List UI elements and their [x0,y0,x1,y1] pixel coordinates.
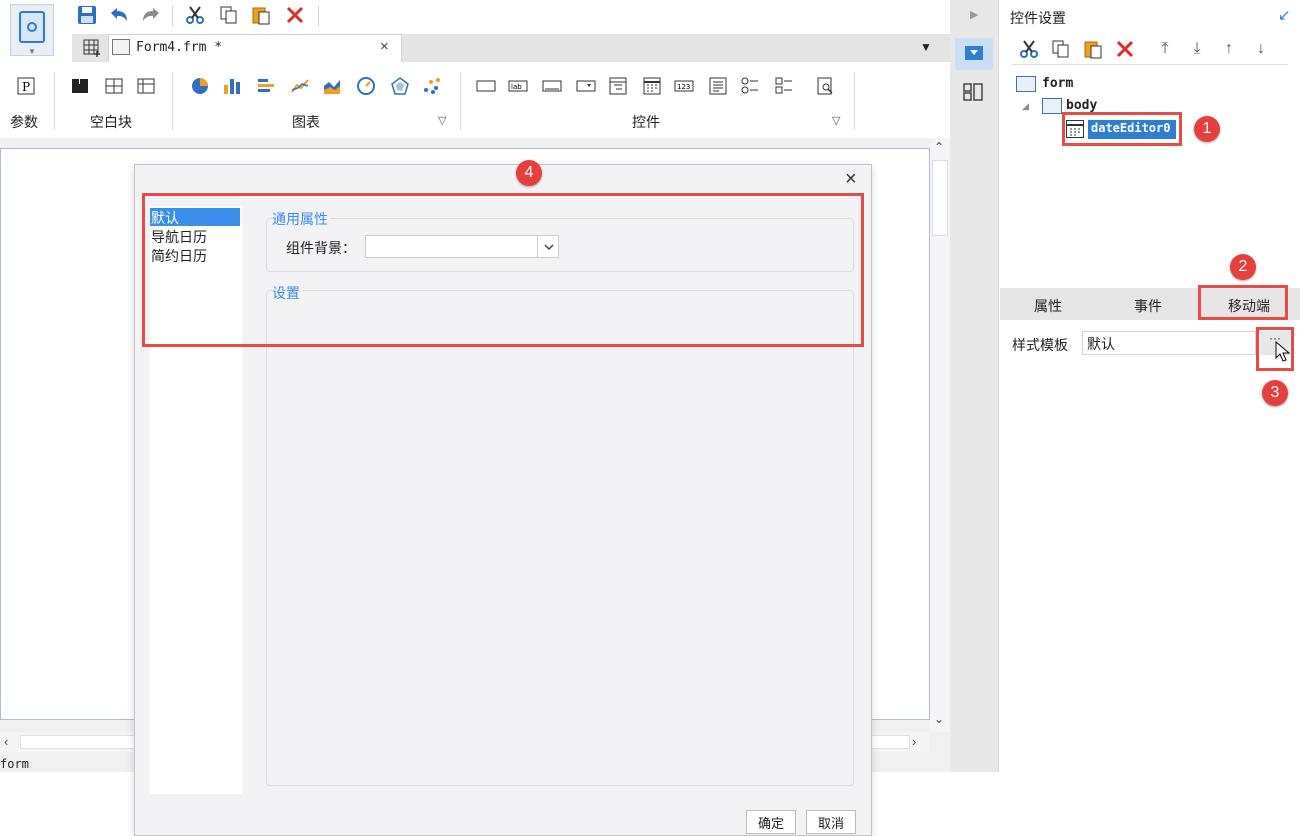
badge-3: 3 [1262,380,1288,406]
horizontal-bar-icon[interactable] [256,76,276,96]
bar-chart-icon[interactable] [222,76,242,96]
side-strip [950,0,998,772]
pie-chart-icon[interactable] [190,76,210,96]
dialog-highlight [142,193,864,347]
widget-settings-toggle[interactable] [955,38,993,70]
parameter-icon[interactable]: P [16,76,36,96]
form-node-icon [1016,76,1036,92]
scroll-left-icon[interactable]: ‹ [4,734,8,749]
cancel-button[interactable]: 取消 [806,810,856,834]
badge-1: 1 [1194,116,1220,142]
date-widget-icon[interactable] [642,76,662,96]
cursor-icon [1275,340,1291,363]
ribbon [0,62,950,138]
dropdown-widget-icon[interactable] [576,76,596,96]
tab-mobile-highlight [1198,285,1288,320]
widget-expand-icon[interactable]: ▽ [832,114,840,127]
collapse-right-icon[interactable]: ▶ [970,8,978,21]
widget-settings-icon [965,46,983,60]
tab-menu-icon[interactable]: ▼ [920,40,932,54]
form-file-icon [112,39,130,55]
tree-expand-icon[interactable]: ◢ [1022,101,1029,112]
vertical-scroll-thumb[interactable] [932,160,948,236]
style-template-label: 样式模板 [1012,337,1068,353]
delete-icon[interactable] [284,4,306,26]
copy-icon[interactable] [218,4,240,26]
ribbon-label-param: 参数 [10,114,38,130]
save-icon[interactable] [76,4,98,26]
tab-block-icon[interactable] [104,76,124,96]
tree-widget-icon[interactable] [608,76,628,96]
scroll-down-icon[interactable]: ⌄ [934,712,944,726]
scroll-up-icon[interactable]: ⌃ [934,140,944,154]
tab-close-icon[interactable]: × [380,38,389,55]
label-widget-icon[interactable]: lab [508,76,528,96]
scatter-chart-icon[interactable] [422,76,442,96]
gauge-chart-icon[interactable] [356,76,376,96]
move-up-icon[interactable]: ↑ [1218,38,1240,60]
date-node-icon [1066,120,1084,138]
grid-add-icon[interactable] [82,38,102,58]
radio-group-widget-icon[interactable] [740,76,760,96]
dialog-close-icon[interactable]: × [845,168,857,191]
ribbon-label-blank: 空白块 [90,114,132,130]
layout-block-icon[interactable] [136,76,156,96]
chevron-down-icon: ▼ [28,47,36,56]
tree-node-dateeditor[interactable]: dateEditor0 [1088,120,1176,139]
svg-text:lab: lab [511,83,522,91]
component-library-icon[interactable] [962,82,984,102]
text-box-widget-icon[interactable] [476,76,496,96]
tab-form4-label: Form4.frm * [136,40,223,55]
undo-icon[interactable] [108,4,130,26]
ok-button[interactable]: 确定 [746,810,796,834]
pin-icon[interactable]: ↙ [1278,6,1291,24]
panel-copy-icon[interactable] [1050,38,1072,60]
radar-chart-icon[interactable] [390,76,410,96]
redo-icon[interactable] [140,4,162,26]
paste-icon[interactable] [250,4,272,26]
settings-group [266,290,854,786]
tab-events[interactable]: 事件 [1134,296,1162,316]
checkbox-group-widget-icon[interactable] [774,76,794,96]
move-bottom-icon[interactable]: ⤓ [1186,38,1208,60]
cut-icon[interactable] [184,4,206,26]
chart-expand-icon[interactable]: ▽ [438,114,446,127]
badge-2: 2 [1230,254,1256,280]
body-node-icon [1042,98,1062,114]
badge-4: 4 [516,160,542,186]
text-area-widget-icon[interactable] [708,76,728,96]
line-chart-icon[interactable] [290,76,310,96]
svg-text:P: P [22,80,30,94]
number-widget-icon[interactable]: 123 [674,76,694,96]
scroll-right-icon[interactable]: › [912,734,916,749]
app-logo-icon [19,11,45,43]
move-top-icon[interactable]: ⤒ [1154,38,1176,60]
style-template-field[interactable]: 默认 [1082,331,1256,355]
search-widget-icon[interactable] [816,76,836,96]
ribbon-label-chart: 图表 [292,114,320,130]
panel-cut-icon[interactable] [1018,38,1040,60]
absolute-block-icon[interactable] [70,76,90,96]
ribbon-label-widget: 控件 [632,114,660,130]
app-logo-button[interactable]: ▼ [10,4,54,56]
status-text: form [0,757,29,771]
svg-text:123: 123 [677,83,690,91]
area-chart-icon[interactable] [322,76,342,96]
tab-properties[interactable]: 属性 [1034,296,1062,316]
button-widget-icon[interactable] [542,76,562,96]
tree-node-form[interactable]: form [1042,76,1073,91]
tree-node-body[interactable]: body [1066,98,1097,113]
panel-delete-icon[interactable] [1114,38,1136,60]
panel-paste-icon[interactable] [1082,38,1104,60]
move-down-icon[interactable]: ↓ [1250,38,1272,60]
panel-title: 控件设置 [1010,10,1066,26]
